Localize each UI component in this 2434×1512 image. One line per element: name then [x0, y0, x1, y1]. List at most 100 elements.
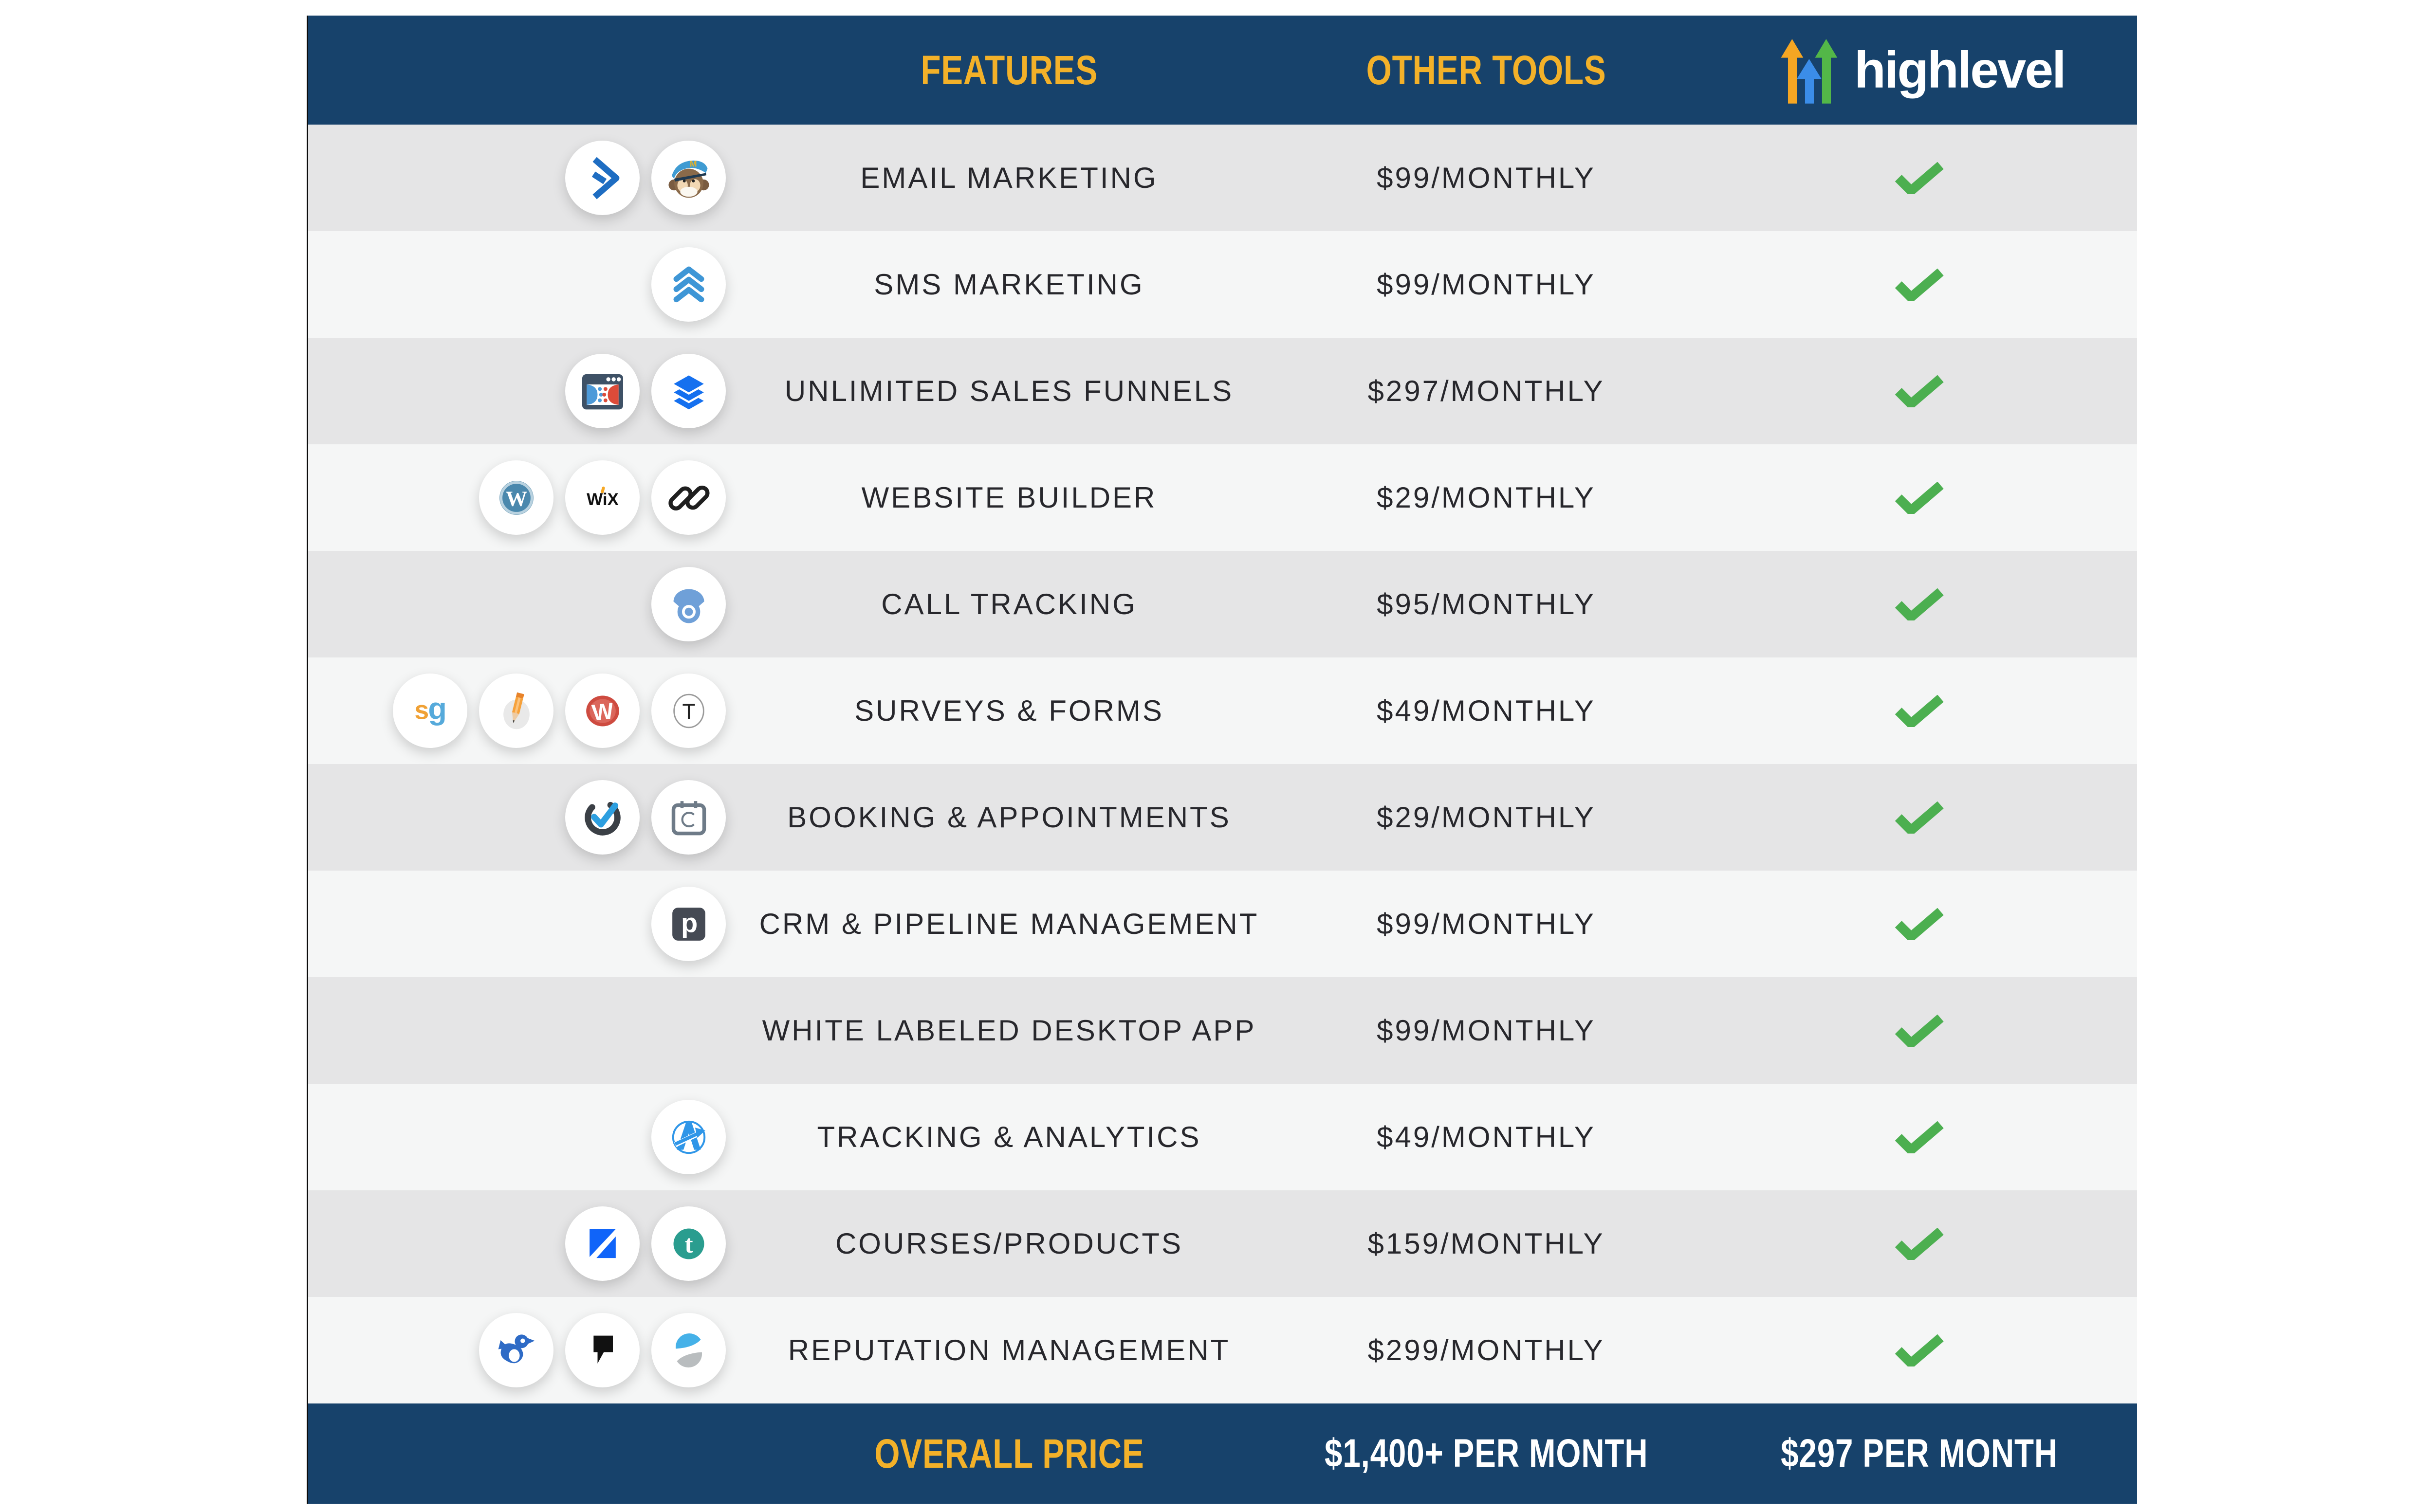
footer-overall-price-label: OVERALL PRICE [746, 1430, 1272, 1477]
highlevel-included [1700, 1121, 2139, 1153]
svg-text:W: W [505, 486, 527, 510]
feature-label: EMAIL MARKETING [860, 161, 1158, 195]
tool-icons: M [308, 141, 746, 215]
table-row: t COURSES/PRODUCTS $159/MONTHLY [308, 1190, 2137, 1297]
svg-text:s: s [414, 695, 429, 725]
other-tools-price: $29/MONTHLY [1272, 801, 1700, 834]
highlevel-included [1700, 1015, 2139, 1047]
slicktext-chevrons-icon [651, 247, 726, 322]
check-icon [1894, 802, 1945, 834]
tool-icons [308, 354, 746, 428]
table-row: SMS MARKETING $99/MONTHLY [308, 231, 2137, 338]
other-tools-price: $99/MONTHLY [1272, 907, 1700, 941]
svg-text:W: W [590, 698, 614, 725]
svg-text:t: t [684, 1230, 693, 1258]
feature-label: CRM & PIPELINE MANAGEMENT [759, 907, 1259, 941]
feature-label: CALL TRACKING [881, 587, 1137, 621]
wufoo-icon: W [565, 674, 640, 748]
check-icon [1894, 482, 1945, 514]
activecampaign-icon [565, 141, 640, 215]
feature-name: REPUTATION MANAGEMENT [746, 1333, 1272, 1367]
feature-name: BOOKING & APPOINTMENTS [746, 801, 1272, 834]
check-icon [1894, 908, 1945, 940]
squarespace-icon [651, 460, 726, 535]
calendly-icon [651, 780, 726, 855]
table-header: FEATURES OTHER TOOLS highlevel [308, 16, 2137, 125]
price-label: $29/MONTHLY [1377, 801, 1596, 834]
header-other-tools: OTHER TOOLS [1272, 47, 1700, 94]
highlevel-arrows-icon [1774, 33, 1844, 107]
surveygizmo-icon: sg [393, 674, 467, 748]
teachable-icon: t [651, 1206, 726, 1281]
tool-icons: p [308, 887, 746, 961]
feature-name: SMS MARKETING [746, 268, 1272, 301]
table-row: CALL TRACKING $95/MONTHLY [308, 551, 2137, 657]
tool-icons: W WiX [308, 460, 746, 535]
svg-text:p: p [681, 907, 698, 938]
table-row: p CRM & PIPELINE MANAGEMENT $99/MONTHLY [308, 871, 2137, 977]
price-label: $99/MONTHLY [1377, 268, 1596, 301]
clickfunnels-icon [565, 354, 640, 428]
booking-check-icon [565, 780, 640, 855]
feature-label: UNLIMITED SALES FUNNELS [785, 374, 1234, 408]
feature-name: TRACKING & ANALYTICS [746, 1120, 1272, 1154]
tool-icons: sg W T [308, 674, 746, 748]
tool-icons [308, 780, 746, 855]
table-row: sgWTSURVEYS & FORMS$49/MONTHLY [308, 657, 2137, 764]
comparison-table: FEATURES OTHER TOOLS highlevel M EMAIL MA… [307, 16, 2137, 1504]
feature-label: SMS MARKETING [874, 268, 1144, 301]
highlevel-included [1700, 695, 2139, 727]
highlevel-included [1700, 908, 2139, 940]
feature-name: UNLIMITED SALES FUNNELS [746, 374, 1272, 408]
birdeye-icon [479, 1313, 553, 1387]
agencyanalytics-icon [651, 1100, 726, 1174]
other-tools-price: $297/MONTHLY [1272, 374, 1700, 408]
table-row: MEMAIL MARKETING$99/MONTHLY [308, 125, 2137, 231]
feature-name: EMAIL MARKETING [746, 161, 1272, 195]
table-footer: OVERALL PRICE $1,400+ PER MONTH $297 PER… [308, 1403, 2137, 1504]
wordpress-icon: W [479, 460, 553, 535]
feature-label: WHITE LABELED DESKTOP APP [762, 1014, 1256, 1047]
highlevel-included [1700, 269, 2139, 301]
feature-name: CALL TRACKING [746, 587, 1272, 621]
other-tools-price: $95/MONTHLY [1272, 587, 1700, 621]
other-tools-price: $99/MONTHLY [1272, 1014, 1700, 1047]
tool-icons [308, 247, 746, 322]
footer-other-tools-total: $1,400+ PER MONTH [1272, 1431, 1700, 1476]
feature-name: COURSES/PRODUCTS [746, 1227, 1272, 1260]
highlevel-included [1700, 802, 2139, 834]
table-row: REPUTATION MANAGEMENT $299/MONTHLY [308, 1297, 2137, 1403]
feature-label: TRACKING & ANALYTICS [817, 1120, 1201, 1154]
feature-label: WEBSITE BUILDER [862, 481, 1157, 514]
tool-icons [308, 1313, 746, 1387]
feature-name: WHITE LABELED DESKTOP APP [746, 1014, 1272, 1047]
svg-text:g: g [428, 692, 446, 726]
other-tools-price: $99/MONTHLY [1272, 268, 1700, 301]
price-label: $99/MONTHLY [1377, 907, 1596, 941]
gatherup-icon [565, 1313, 640, 1387]
price-label: $29/MONTHLY [1377, 481, 1596, 514]
check-icon [1894, 1121, 1945, 1153]
price-label: $95/MONTHLY [1377, 587, 1596, 621]
price-label: $299/MONTHLY [1367, 1333, 1604, 1367]
wix-icon: WiX [565, 460, 640, 535]
check-icon [1894, 695, 1945, 727]
price-label: $49/MONTHLY [1377, 1120, 1596, 1154]
other-tools-price: $159/MONTHLY [1272, 1227, 1700, 1260]
table-row: TRACKING & ANALYTICS $49/MONTHLY [308, 1084, 2137, 1190]
feature-label: SURVEYS & FORMS [854, 694, 1164, 728]
feature-label: REPUTATION MANAGEMENT [788, 1333, 1230, 1367]
header-features: FEATURES [746, 47, 1272, 94]
podium-icon [651, 1313, 726, 1387]
feature-name: SURVEYS & FORMS [746, 694, 1272, 728]
price-label: $159/MONTHLY [1367, 1227, 1604, 1260]
check-icon [1894, 1334, 1945, 1366]
feature-name: WEBSITE BUILDER [746, 481, 1272, 514]
price-label: $99/MONTHLY [1377, 1014, 1596, 1047]
leadpages-icon [651, 354, 726, 428]
check-icon [1894, 588, 1945, 620]
kajabi-icon [565, 1206, 640, 1281]
svg-text:T: T [682, 700, 695, 724]
check-icon [1894, 375, 1945, 407]
check-icon [1894, 162, 1945, 194]
